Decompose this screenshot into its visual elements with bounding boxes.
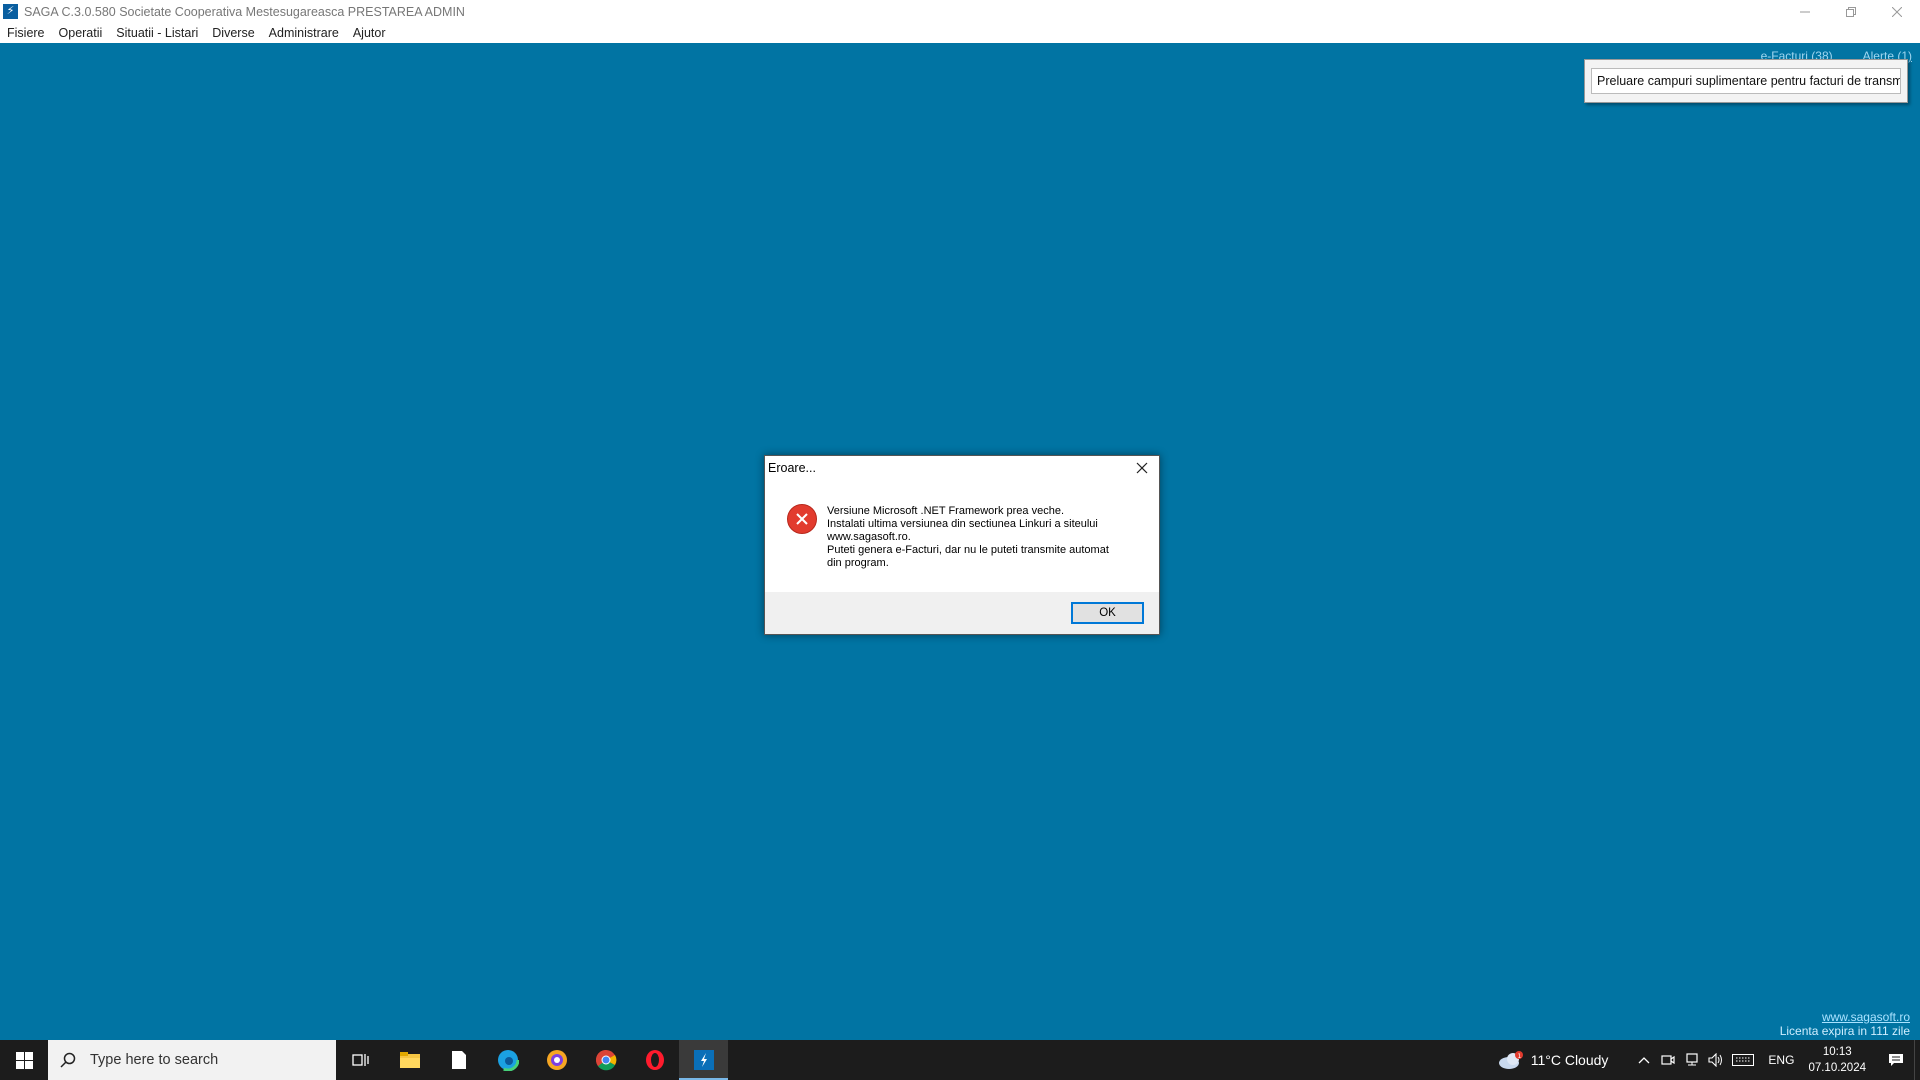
saga-icon: [693, 1050, 714, 1070]
folder-icon: [399, 1052, 420, 1068]
opera-button[interactable]: [630, 1040, 679, 1080]
error-icon: [787, 504, 817, 534]
message-line: din program.: [827, 557, 889, 569]
keyboard-button[interactable]: [1728, 1040, 1758, 1080]
message-line: www.sagasoft.ro.: [827, 531, 911, 543]
notifications-button[interactable]: [1878, 1040, 1914, 1080]
saga-taskbar-button[interactable]: [679, 1040, 728, 1080]
restore-button[interactable]: [1828, 0, 1874, 23]
browser-icon: [546, 1050, 567, 1070]
chrome-icon: [595, 1050, 616, 1071]
window-title: SAGA C.3.0.580 Societate Cooperativa Mes…: [24, 4, 465, 19]
task-view-button[interactable]: [336, 1040, 385, 1080]
show-hidden-icons-button[interactable]: [1632, 1040, 1656, 1080]
message-line: Instalati ultima versiunea din sectiunea…: [827, 518, 1098, 530]
dialog-close-button[interactable]: [1131, 458, 1153, 478]
menu-fisiere[interactable]: Fisiere: [7, 26, 45, 40]
cloud-icon: 1: [1498, 1051, 1523, 1069]
show-desktop-button[interactable]: [1914, 1040, 1920, 1080]
close-icon: [1892, 6, 1902, 17]
taskbar: Type here to search 1 11°C Cloudy ENG 10…: [0, 1040, 1920, 1080]
chevron-up-icon: [1638, 1057, 1650, 1064]
tooltip-popup: Preluare campuri suplimentare pentru fac…: [1584, 59, 1908, 103]
notepad-button[interactable]: [434, 1040, 483, 1080]
task-view-icon: [351, 1054, 369, 1066]
menu-situatii-listari[interactable]: Situatii - Listari: [116, 26, 198, 40]
minimize-icon: [1800, 11, 1810, 12]
volume-icon: [1708, 1053, 1723, 1067]
weather-widget[interactable]: 1 11°C Cloudy: [1497, 1050, 1609, 1070]
close-icon: [1136, 462, 1148, 474]
edge-icon: [496, 1049, 519, 1071]
ok-button[interactable]: OK: [1071, 602, 1144, 624]
network-icon: [1686, 1053, 1699, 1066]
menu-bar: Fisiere Operatii Situatii - Listari Dive…: [0, 23, 1920, 43]
message-line: Versiune Microsoft .NET Framework prea v…: [827, 505, 1064, 517]
network-button[interactable]: [1680, 1040, 1704, 1080]
clock[interactable]: 10:13 07.10.2024: [1808, 1044, 1866, 1076]
minimize-button[interactable]: [1782, 0, 1828, 23]
saga-icon[interactable]: ⚡: [3, 4, 18, 19]
volume-button[interactable]: [1704, 1040, 1728, 1080]
dialog-title: Eroare...: [768, 461, 816, 475]
file-explorer-button[interactable]: [385, 1040, 434, 1080]
chrome-button[interactable]: [581, 1040, 630, 1080]
meet-now-button[interactable]: [1656, 1040, 1680, 1080]
camera-icon: [1661, 1055, 1676, 1065]
clock-date: 07.10.2024: [1808, 1062, 1866, 1074]
clock-time: 10:13: [1822, 1046, 1852, 1058]
start-button[interactable]: [0, 1040, 48, 1080]
svg-text:1: 1: [1517, 1053, 1521, 1060]
search-input[interactable]: Type here to search: [48, 1040, 336, 1080]
license-text: Licenta expira in 111 zile: [1779, 1024, 1910, 1038]
dialog-body: Versiune Microsoft .NET Framework prea v…: [765, 482, 1159, 569]
restore-icon: [1846, 6, 1856, 17]
window-controls: [1782, 0, 1920, 23]
bottom-info: www.sagasoft.ro Licenta expira in 111 zi…: [1780, 1010, 1910, 1038]
edge-button[interactable]: [483, 1040, 532, 1080]
close-window-button[interactable]: [1874, 0, 1920, 23]
menu-ajutor[interactable]: Ajutor: [353, 26, 386, 40]
error-dialog: Eroare... Versiune Microsoft .NET Framew…: [764, 455, 1160, 635]
menu-diverse[interactable]: Diverse: [212, 26, 254, 40]
browser-button[interactable]: [532, 1040, 581, 1080]
opera-icon: [645, 1050, 664, 1070]
system-tray: 1 11°C Cloudy ENG 10:13 07.10.2024: [1497, 1040, 1920, 1080]
notification-icon: [1889, 1054, 1903, 1066]
message-line: Puteti genera e-Facturi, dar nu le putet…: [827, 544, 1109, 556]
weather-text: 11°C Cloudy: [1530, 1052, 1609, 1068]
keyboard-icon: [1732, 1054, 1755, 1066]
document-icon: [451, 1051, 466, 1069]
menu-administrare[interactable]: Administrare: [269, 26, 339, 40]
dialog-footer: OK: [765, 592, 1159, 634]
title-bar: ⚡ SAGA C.3.0.580 Societate Cooperativa M…: [0, 0, 1920, 23]
sagasoft-link[interactable]: www.sagasoft.ro: [1780, 1010, 1910, 1024]
menu-operatii[interactable]: Operatii: [59, 26, 103, 40]
dialog-message: Versiune Microsoft .NET Framework prea v…: [827, 505, 1147, 570]
tooltip-text: Preluare campuri suplimentare pentru fac…: [1591, 68, 1901, 94]
windows-icon: [15, 1051, 33, 1069]
language-indicator[interactable]: ENG: [1768, 1053, 1794, 1067]
search-icon: [60, 1052, 76, 1068]
search-placeholder: Type here to search: [90, 1052, 219, 1068]
